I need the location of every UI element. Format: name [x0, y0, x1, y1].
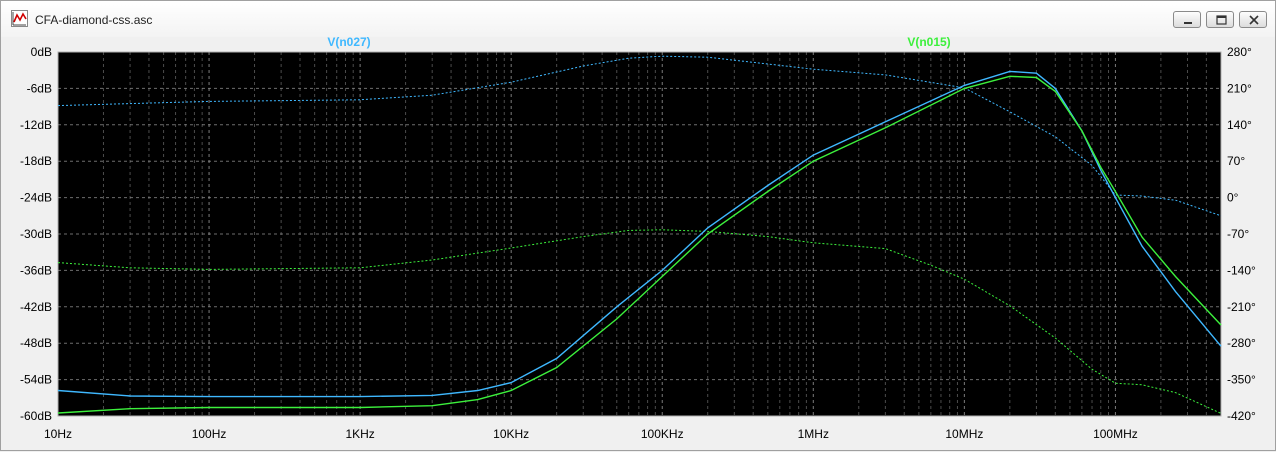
legend-label[interactable]: V(n027) [327, 35, 370, 49]
y2-tick-label: 0° [1227, 191, 1239, 205]
y-tick-label: -48dB [20, 336, 52, 350]
x-tick-label: 1MHz [798, 427, 829, 441]
y2-tick-label: -280° [1227, 336, 1256, 350]
y-tick-label: 0dB [31, 45, 52, 59]
y2-tick-label: 280° [1227, 45, 1252, 59]
x-tick-label: 100KHz [641, 427, 684, 441]
y2-tick-label: 140° [1227, 118, 1252, 132]
y-tick-label: -54dB [20, 373, 52, 387]
y-tick-label: -30dB [20, 227, 52, 241]
legend: V(n027) V(n015) [327, 35, 950, 49]
x-tick-label: 10KHz [493, 427, 529, 441]
y-tick-label: -42dB [20, 300, 52, 314]
y2-tick-label: -420° [1227, 409, 1256, 423]
y-tick-label: -18dB [20, 154, 52, 168]
y2-tick-label: -210° [1227, 300, 1256, 314]
y2-tick-label: 70° [1227, 154, 1245, 168]
x-tick-label: 100Hz [192, 427, 227, 441]
y-tick-label: -24dB [20, 191, 52, 205]
y-tick-label: -12dB [20, 118, 52, 132]
y-tick-label: -6dB [27, 81, 52, 95]
y2-tick-label: -140° [1227, 263, 1256, 277]
bode-plot[interactable]: 0dB -6dB -12dB -18dB -24dB -30dB -36dB -42dB -48… [1, 1, 1276, 452]
x-tick-label: 10MHz [945, 427, 983, 441]
window: CFA-diamond-css.asc 0dB -6dB -12dB -18dB -24… [0, 0, 1276, 451]
legend-label[interactable]: V(n015) [907, 35, 950, 49]
y-tick-label: -36dB [20, 263, 52, 277]
y2-tick-label: -350° [1227, 373, 1256, 387]
y2-tick-label: 210° [1227, 81, 1252, 95]
y-tick-label: -60dB [20, 409, 52, 423]
x-tick-label: 100MHz [1093, 427, 1138, 441]
x-tick-label: 10Hz [44, 427, 72, 441]
x-tick-label: 1KHz [345, 427, 374, 441]
y2-tick-label: -70° [1227, 227, 1249, 241]
